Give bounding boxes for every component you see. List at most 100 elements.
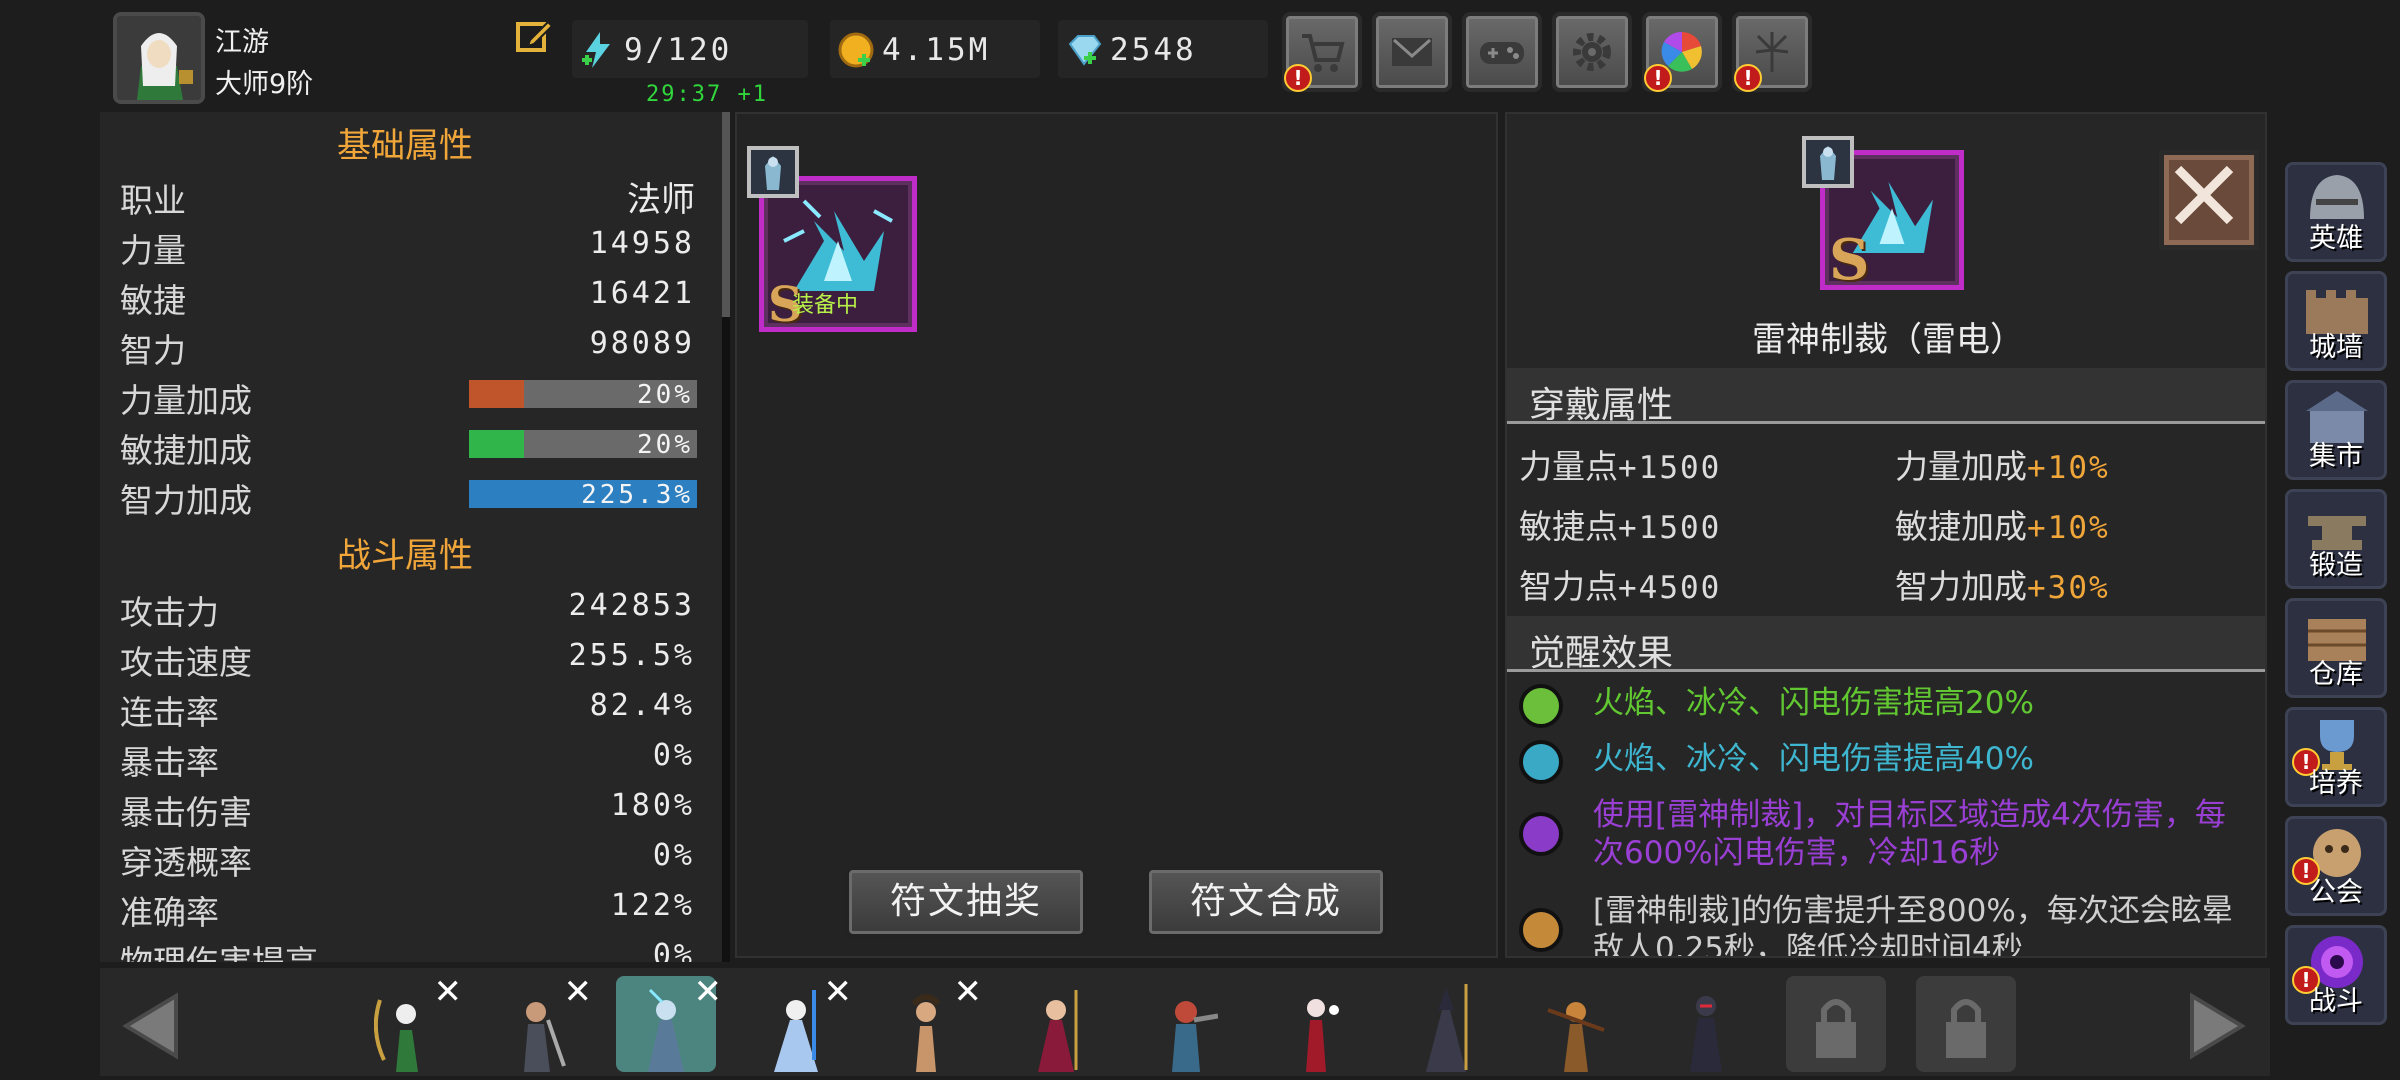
edit-icon[interactable] [514,16,554,56]
nav-warehouse[interactable]: 仓库 [2285,598,2387,698]
hero-slot-11[interactable] [1656,976,1756,1072]
attr-value: +10% [2027,450,2110,486]
arrow-left-icon[interactable] [106,986,186,1066]
shop-button[interactable]: ! [1282,12,1362,92]
lock-icon [1946,999,1986,1058]
wear-attr-strength-bonus: 力量加成+10% [1895,440,2110,488]
gold-display: 4.15M [830,20,1040,78]
arrow-right-icon[interactable] [2182,986,2262,1066]
energy-timer: 29:37 +1 [646,82,768,107]
stat-label: 敏捷加成 [120,431,252,470]
hero-slot-8[interactable] [1266,976,1366,1072]
fireworks-alert-badge: ! [1734,64,1762,92]
stat-value: 法师 [627,180,695,220]
settings-button[interactable] [1552,12,1632,92]
warlock-hero-icon [1426,984,1468,1072]
hero-slot-1[interactable]: ✕ [356,972,462,1072]
nav-forge[interactable]: 锻造 [2285,489,2387,589]
stat-label: 智力加成 [120,481,252,520]
wear-attr-strength-points: 力量点+1500 [1519,440,1721,488]
awaken-dot [1519,908,1563,952]
gamepad-button[interactable] [1462,12,1542,92]
stat-label: 攻击速度 [120,643,252,682]
stat-label: 敏捷 [120,281,186,320]
stats-scrollbar[interactable] [722,112,730,962]
hero-deployed-mark: ✕ [563,972,593,1012]
hero-slot-6[interactable] [1006,976,1106,1072]
attr-name: 力量点 [1519,447,1618,486]
attr-value: +1500 [1618,450,1722,486]
dark-knight-hero-icon [1690,996,1722,1072]
vampire-hero-icon [1306,999,1339,1072]
stat-value: 0% [652,738,695,773]
attr-value: +1500 [1618,510,1722,546]
attr-name: 智力加成 [1895,567,2027,606]
fireworks-button[interactable]: ! [1732,12,1812,92]
lucky-wheel-button[interactable]: ! [1642,12,1722,92]
stat-value: 242853 [568,588,695,623]
close-button[interactable] [2159,150,2259,250]
hero-slot-9[interactable] [1396,976,1496,1072]
stat-row-physical-damage: 物理伤害提高 0% [120,932,695,962]
rune-name: 雷神制裁（雷电） [1752,320,2024,360]
hero-slot-7[interactable] [1136,976,1236,1072]
nav-guild[interactable]: ! 公会 [2285,816,2387,916]
hero-deployed-mark: ✕ [953,972,983,1012]
basic-stats-title: 基础属性 [337,126,473,166]
stat-row-intelligence: 智力 98089 [120,320,695,370]
awaken-dot [1519,684,1563,728]
stat-value: 255.5% [568,638,695,673]
top-bar: 江游 大师9阶 9/120 29:37 +1 4.15M 2548 ! ! ! [0,0,2400,110]
nav-wall[interactable]: 城墙 [2285,271,2387,371]
energy-add-icon[interactable] [578,30,618,70]
stat-value: 98089 [589,326,695,361]
stat-row-intelligence-bonus: 智力加成 225.3% [120,470,697,520]
awaken-text: 使用[雷神制裁]，对目标区域造成4次伤害，每次600%闪电伤害，冷却16秒 [1593,797,2226,871]
nav-hero[interactable]: 英雄 [2285,162,2387,262]
diamond-add-icon[interactable] [1064,30,1104,70]
rune-inventory-panel: S 装备中 符文抽奖 符文合成 [735,112,1498,958]
hero-slot-3-selected[interactable]: ✕ [616,972,722,1072]
wear-attributes-header: 穿戴属性 [1507,368,2265,426]
ice-mage-hero-icon [774,990,818,1072]
hero-slot-locked-2[interactable] [1916,976,2016,1072]
stats-panel[interactable]: 基础属性 职业 法师 力量 14958 敏捷 16421 智力 98089 力量… [100,112,730,962]
hunter-hero-icon [1547,1002,1605,1072]
stat-label: 准确率 [120,893,219,932]
mage-hero-icon [648,988,684,1072]
gold-add-icon[interactable] [836,30,876,70]
hero-slot-2[interactable]: ✕ [486,972,592,1072]
archer-hero-icon [374,999,418,1072]
hero-slot-10[interactable] [1526,976,1626,1072]
wear-attr-intelligence-points: 智力点+4500 [1519,560,1721,608]
hero-mini-icon [747,146,799,198]
bar-fill [469,430,524,458]
nav-label: 培养 [2309,768,2363,799]
stat-row-crit-damage: 暴击伤害 180% [120,782,695,832]
stat-label: 连击率 [120,693,219,732]
player-avatar[interactable] [113,12,205,104]
mail-button[interactable] [1372,12,1452,92]
stat-row-strength-bonus: 力量加成 20% [120,370,697,420]
awaken-effects-header: 觉醒效果 [1507,616,2265,674]
hero-slot-5[interactable]: ✕ [876,972,982,1072]
awaken-text: [雷神制裁]的伤害提升至800%，每次还会眩晕敌人0.25秒，降低冷却时间4秒 [1593,893,2233,958]
nav-cultivate[interactable]: ! 培养 [2285,707,2387,807]
attr-name: 力量加成 [1895,447,2027,486]
rune-craft-button[interactable]: 符文合成 [1145,866,1387,938]
player-rank: 大师9阶 [215,69,314,100]
warrior-hero-icon [524,1002,566,1072]
attr-value: +10% [2027,510,2110,546]
hero-slot-4[interactable]: ✕ [746,972,852,1072]
nav-battle[interactable]: ! 战斗 [2285,925,2387,1025]
stat-row-agility-bonus: 敏捷加成 20% [120,420,697,470]
gamepad-icon [1480,42,1524,64]
close-icon [2174,165,2234,225]
nav-market[interactable]: 集市 [2285,380,2387,480]
hero-slot-locked-1[interactable] [1786,976,1886,1072]
stat-label: 职业 [120,181,186,220]
nav-label: 公会 [2309,877,2363,908]
stat-row-penetration: 穿透概率 0% [120,832,695,882]
rune-draw-button[interactable]: 符文抽奖 [845,866,1087,938]
rune-slot-equipped[interactable]: S 装备中 [747,146,919,333]
